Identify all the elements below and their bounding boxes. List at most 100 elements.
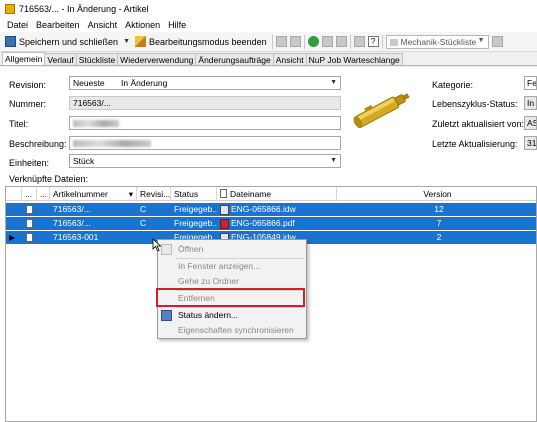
context-menu-change-status-label: Status ändern... (178, 310, 239, 320)
number-label: Nummer: (9, 99, 47, 109)
bom-view-value: Mechanik-Stückliste (400, 36, 477, 47)
end-edit-mode-label: Bearbeitungsmodus beenden (149, 36, 267, 47)
row-article-number: 716563/... (53, 218, 91, 228)
menu-bearbeiten[interactable]: Bearbeiten (32, 20, 84, 30)
end-edit-mode-button[interactable]: Bearbeitungsmodus beenden (133, 35, 269, 48)
unlock-icon[interactable] (335, 36, 347, 47)
document-icon (26, 233, 33, 242)
toolbar: Speichern und schließen ▼ Bearbeitungsmo… (0, 32, 537, 52)
toolbar-separator (303, 34, 305, 49)
refresh-icon[interactable] (307, 36, 319, 47)
tab-wiederverwendung[interactable]: Wiederverwendung (117, 53, 197, 65)
grid-header: ... ... Artikelnummer ▾ Revisi... Status … (6, 187, 536, 201)
sort-arrow-icon: ▾ (128, 189, 133, 199)
description-field[interactable] (69, 136, 341, 150)
title-field[interactable] (69, 116, 341, 130)
bom-view-select[interactable]: Mechanik-Stückliste ▼ (385, 34, 489, 49)
category-label: Kategorie: (432, 80, 474, 90)
print-icon[interactable] (275, 36, 287, 47)
current-row-arrow-icon: ▶ (9, 233, 16, 242)
menu-bar: Datei Bearbeiten Ansicht Aktionen Hilfe (0, 18, 537, 32)
column-header-filename[interactable]: Dateiname (217, 187, 337, 201)
units-label: Einheiten: (9, 158, 50, 168)
save-dropdown-arrow[interactable]: ▼ (123, 38, 130, 45)
row-doc-icon-cell (23, 203, 37, 216)
tab-verlauf[interactable]: Verlauf (44, 53, 77, 65)
help-icon[interactable]: ? (367, 36, 379, 47)
column-header-version[interactable]: Version (337, 187, 536, 201)
redacted-text (73, 120, 119, 127)
row-revision: C (140, 204, 147, 214)
row-status: Freigegeb... (174, 218, 217, 228)
units-value: Stück (73, 156, 95, 166)
tab-job-warteschlange[interactable]: NuP Job Warteschlange (305, 53, 403, 65)
revision-value: Neueste (73, 78, 105, 88)
table-row[interactable]: 716563/... C Freigegeb... ENG-065866.pdf… (6, 217, 536, 230)
row-filename: ENG-065866.idw (231, 204, 296, 214)
tab-bar: Allgemein Verlauf Stückliste Wiederverwe… (0, 52, 537, 66)
revision-select[interactable]: Neueste In Änderung ▼ (69, 76, 341, 90)
configure-icon[interactable] (491, 36, 503, 47)
lock-icon[interactable] (321, 36, 333, 47)
chevron-down-icon: ▼ (330, 157, 337, 164)
save-icon (5, 36, 16, 47)
context-menu-show-in-window-label: In Fenster anzeigen... (178, 261, 261, 271)
context-menu-sync-properties[interactable]: Eigenschaften synchronisieren (158, 323, 306, 338)
lifecycle-label: Lebenszyklus-Status: (432, 99, 518, 109)
column-header-status[interactable]: Status (171, 187, 217, 201)
save-and-close-button[interactable]: Speichern und schließen (3, 35, 120, 48)
redacted-text (73, 140, 151, 147)
column-header-select (6, 187, 22, 201)
lifecycle-field: In Ä (524, 96, 537, 110)
copy-icon[interactable] (289, 36, 301, 47)
tab-stueckliste[interactable]: Stückliste (75, 53, 119, 65)
context-menu-open-label: Öffnen (178, 244, 204, 254)
row-doc-icon-cell (23, 217, 37, 230)
menu-hilfe[interactable]: Hilfe (164, 20, 190, 30)
save-and-close-label: Speichern und schließen (19, 36, 119, 47)
mouse-cursor-icon (152, 238, 162, 252)
row-article-number: 716563/... (53, 204, 91, 214)
column-header-icon[interactable]: ... (22, 187, 37, 201)
column-header-revision[interactable]: Revisi... (137, 187, 171, 201)
file-column-icon (220, 189, 227, 198)
context-menu-go-to-folder[interactable]: Gehe zu Ordner (158, 274, 306, 289)
pencil-icon (135, 36, 146, 47)
column-header-extra[interactable]: ... (37, 187, 50, 201)
context-menu-sync-properties-label: Eigenschaften synchronisieren (178, 325, 294, 335)
properties-icon[interactable] (353, 36, 365, 47)
app-icon (5, 4, 15, 14)
column-header-filename-label: Dateiname (230, 189, 272, 199)
row-status: Freigegeb... (174, 204, 217, 214)
tab-ansicht[interactable]: Ansicht (272, 53, 307, 65)
column-header-article-number[interactable]: Artikelnummer ▾ (50, 187, 137, 201)
pdf-file-icon (220, 218, 229, 229)
menu-datei[interactable]: Datei (3, 20, 32, 30)
menu-ansicht[interactable]: Ansicht (84, 20, 122, 30)
tab-aenderungsauftraege[interactable]: Änderungsaufträge (195, 53, 274, 65)
window-titlebar: 716563/... - In Änderung - Artikel (0, 0, 537, 18)
context-menu-show-in-window[interactable]: In Fenster anzeigen... (158, 259, 306, 274)
idw-file-icon (220, 204, 229, 215)
menu-aktionen[interactable]: Aktionen (121, 20, 164, 30)
row-doc-icon-cell (23, 231, 37, 244)
highlight-box (156, 288, 305, 307)
tab-allgemein[interactable]: Allgemein (2, 52, 46, 65)
table-row[interactable]: 716563/... C Freigegeb... ENG-065866.idw… (6, 203, 536, 216)
chevron-down-icon: ▼ (477, 36, 485, 44)
open-file-icon (161, 244, 172, 255)
category-field[interactable]: Fer (524, 76, 537, 90)
row-article-number: 716563-001 (53, 232, 99, 242)
last-update-field: 31. (524, 136, 537, 150)
toolbar-separator (381, 34, 383, 49)
context-menu-change-status[interactable]: Status ändern... (158, 308, 306, 323)
description-label: Beschreibung: (9, 139, 67, 149)
document-icon (26, 205, 33, 214)
updated-by-label: Zuletzt aktualisiert von: (432, 119, 525, 129)
linked-files-label: Verknüpfte Dateien: (9, 174, 89, 184)
context-menu-open[interactable]: Öffnen (158, 242, 306, 257)
context-menu-go-to-folder-label: Gehe zu Ordner (178, 276, 239, 286)
document-icon (26, 219, 33, 228)
units-select[interactable]: Stück ▼ (69, 154, 341, 168)
row-version: 2 (436, 232, 442, 242)
